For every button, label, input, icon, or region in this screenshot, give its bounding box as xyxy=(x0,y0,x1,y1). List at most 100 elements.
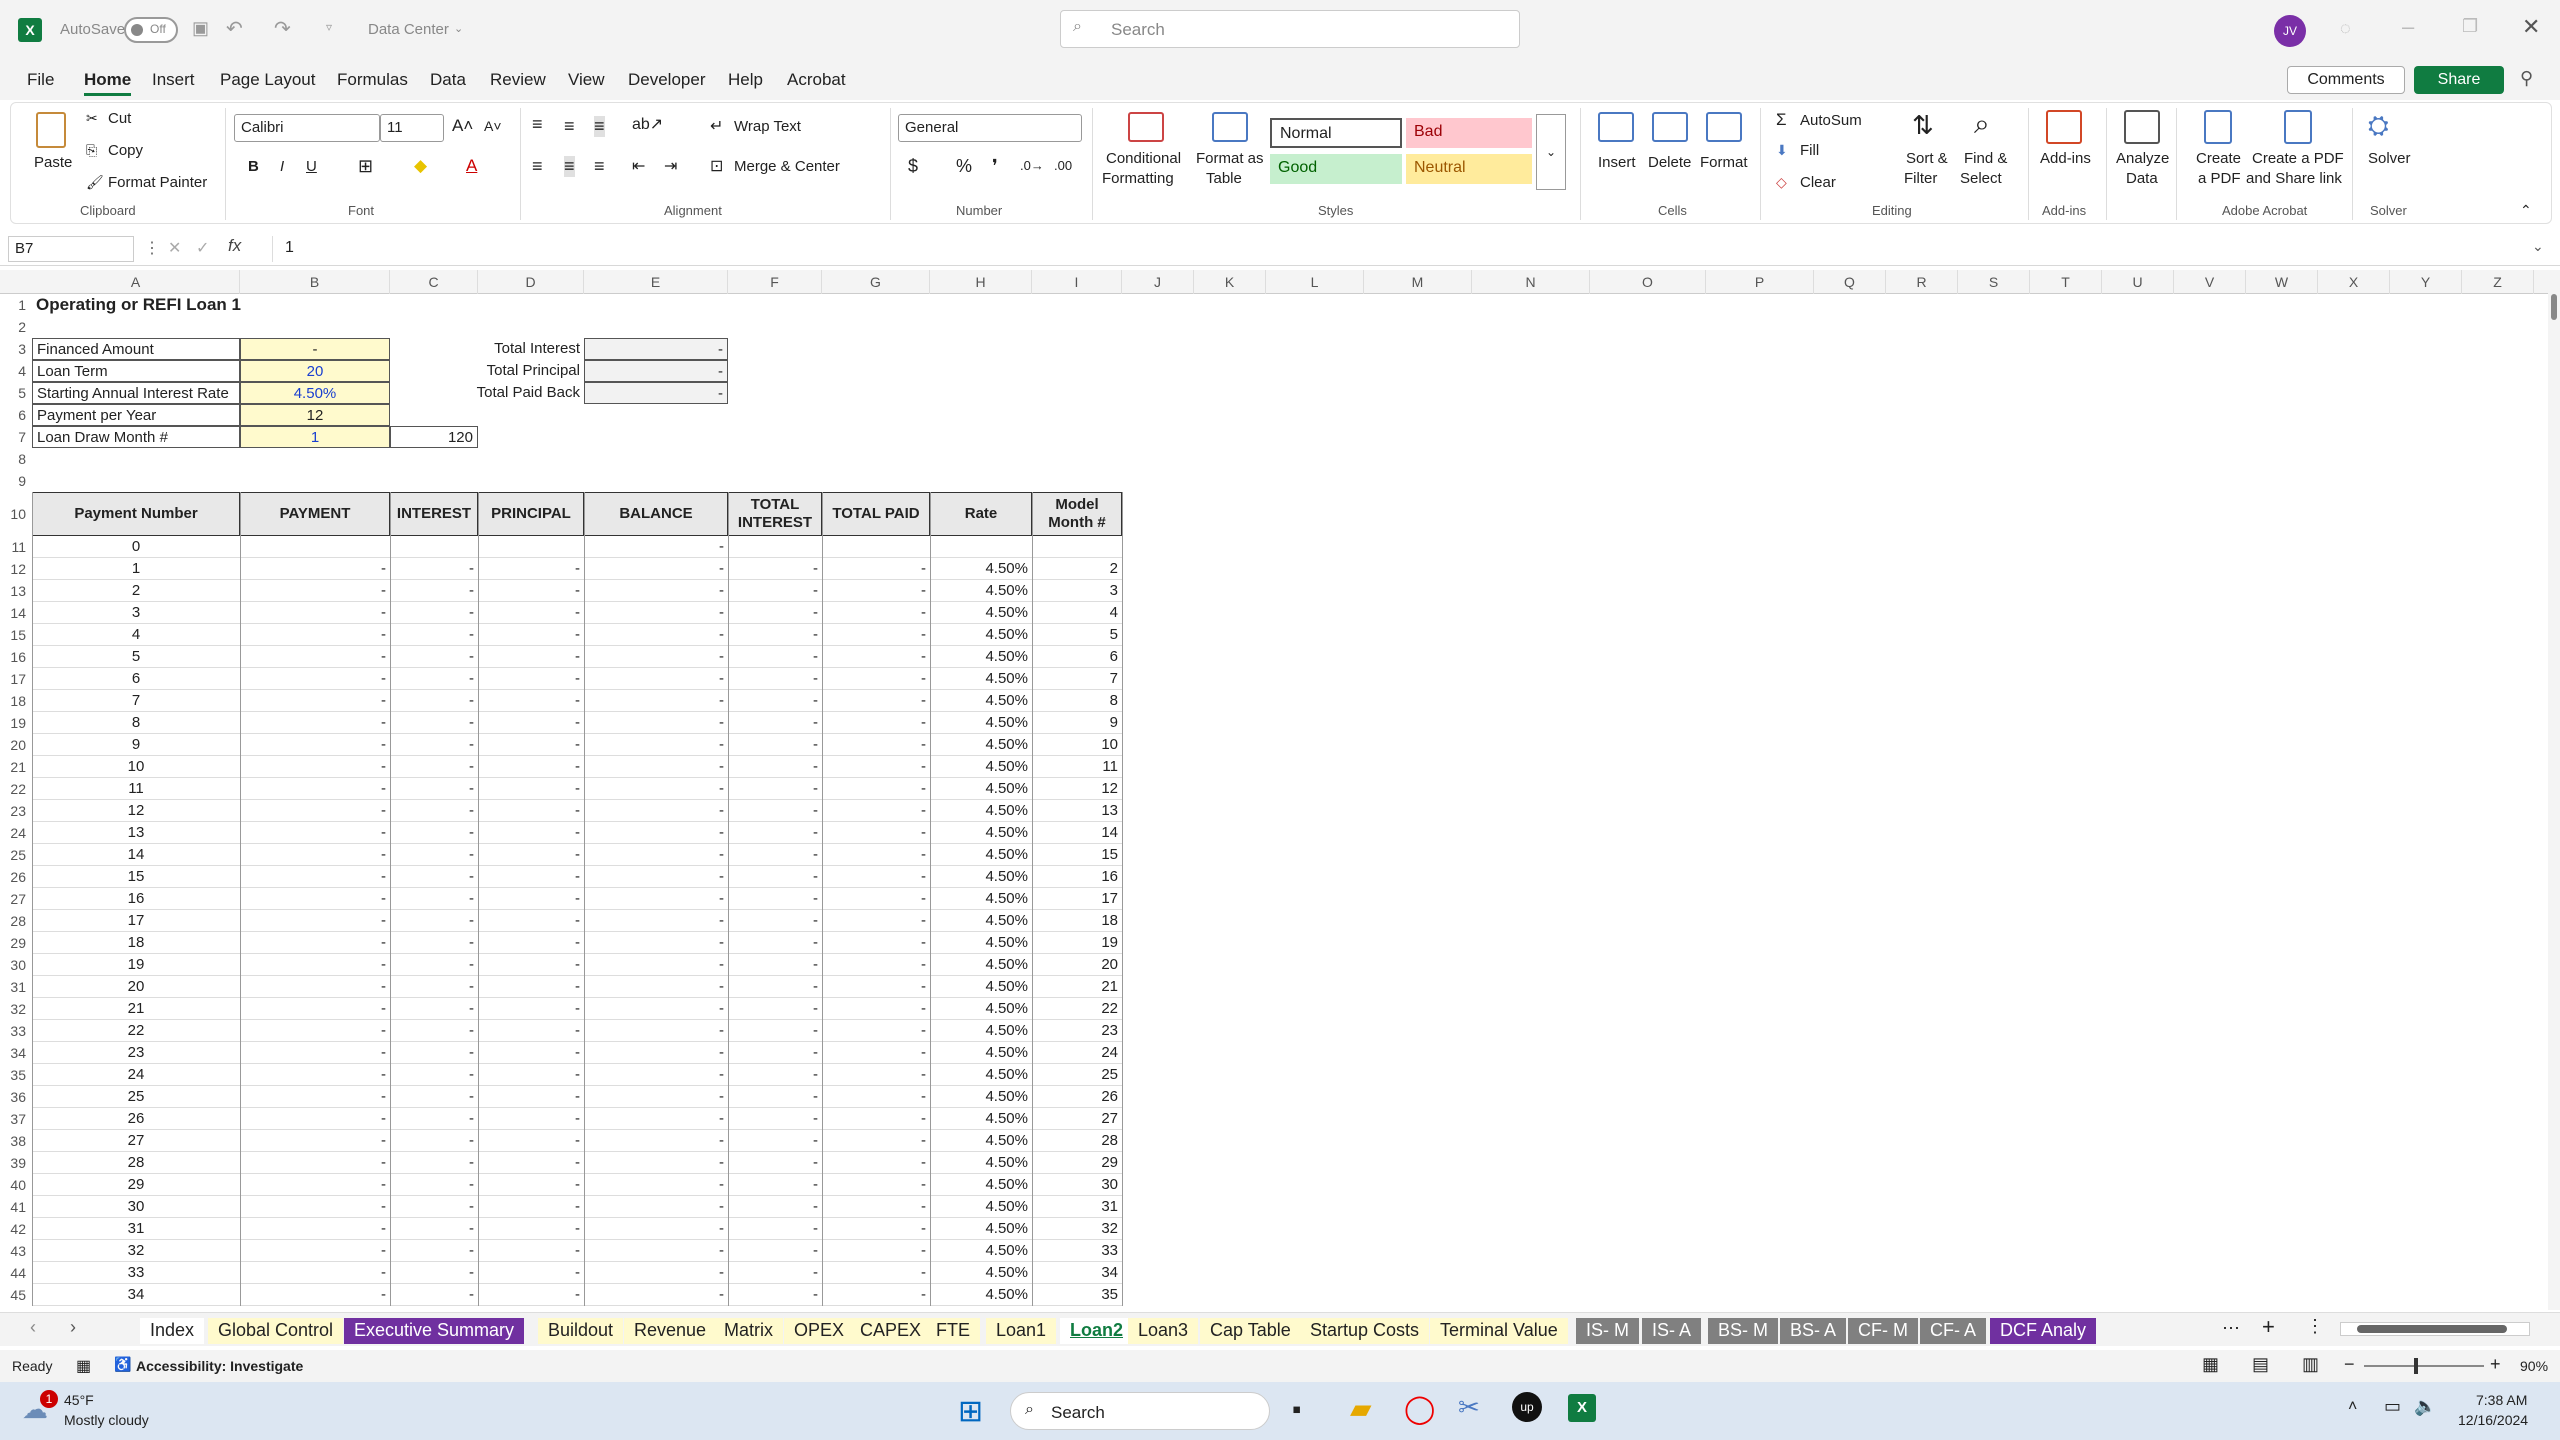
zoom-in-icon[interactable]: + xyxy=(2490,1354,2501,1375)
borders-icon[interactable]: ⊞ xyxy=(358,156,373,177)
sheet-tab[interactable]: IS- A xyxy=(1642,1318,1702,1344)
find-select-label2[interactable]: Select xyxy=(1960,170,2002,187)
fill-color-icon[interactable]: ◆ xyxy=(414,156,427,176)
hscroll-thumb[interactable] xyxy=(2357,1325,2507,1333)
column-header[interactable]: H xyxy=(930,270,1032,294)
scroll-thumb[interactable] xyxy=(2551,294,2557,320)
row-header[interactable]: 44 xyxy=(0,1262,32,1284)
analyze-data-label2[interactable]: Data xyxy=(2126,170,2158,187)
row-header[interactable]: 31 xyxy=(0,976,32,998)
spreadsheet-grid[interactable]: ABCDEFGHIJKLMNOPQRSTUVWXYZ 1 2 3 4 5 6 7 8 9 10 11… xyxy=(0,270,2548,1310)
row-header[interactable]: 5 xyxy=(0,382,32,404)
column-header[interactable]: D xyxy=(478,270,584,294)
expand-formula-icon[interactable]: ⌄ xyxy=(2532,238,2544,255)
sheet-tab[interactable]: Matrix xyxy=(714,1318,783,1344)
opera-icon[interactable]: ◯ xyxy=(1404,1392,1435,1425)
row-header[interactable]: 4 xyxy=(0,360,32,382)
more-sheets-icon[interactable]: ⋯ xyxy=(2222,1318,2240,1339)
sheet-tab[interactable]: Index xyxy=(140,1318,205,1344)
style-normal[interactable]: Normal xyxy=(1270,118,1402,148)
row-header[interactable]: 3 xyxy=(0,338,32,360)
row-header[interactable]: 10 xyxy=(0,492,32,536)
sheet-tab[interactable]: DCF Analy xyxy=(1990,1318,2097,1344)
percent-icon[interactable]: % xyxy=(956,156,972,177)
normal-view-icon[interactable]: ▦ xyxy=(2202,1354,2219,1375)
font-name-select[interactable]: Calibri xyxy=(234,114,380,142)
prev-sheet-icon[interactable]: ‹ xyxy=(30,1317,36,1338)
align-bottom-icon[interactable]: ≡ xyxy=(594,116,605,137)
column-header[interactable]: U xyxy=(2102,270,2174,294)
task-view-icon[interactable]: ▪ xyxy=(1292,1394,1301,1425)
sheet-tab[interactable]: Startup Costs xyxy=(1300,1318,1430,1344)
row-header[interactable]: 41 xyxy=(0,1196,32,1218)
more-icon[interactable]: ⋮ xyxy=(144,238,160,258)
comments-button[interactable]: Comments xyxy=(2287,66,2405,94)
column-header[interactable]: C xyxy=(390,270,478,294)
name-box[interactable]: B7 xyxy=(8,236,134,262)
tray-chevron-icon[interactable]: ˄ xyxy=(2348,1398,2357,1416)
row-header[interactable]: 30 xyxy=(0,954,32,976)
document-name[interactable]: Data Center xyxy=(368,21,449,38)
row-header[interactable]: 14 xyxy=(0,602,32,624)
sheet-tab[interactable]: Cap Table xyxy=(1200,1318,1301,1344)
tab-help[interactable]: Help xyxy=(728,70,763,90)
avatar[interactable]: JV xyxy=(2274,15,2306,47)
sheet-tab[interactable]: Executive Summary xyxy=(344,1318,525,1344)
macro-record-icon[interactable]: ▦ xyxy=(76,1356,91,1376)
row-header[interactable]: 27 xyxy=(0,888,32,910)
row-header[interactable]: 26 xyxy=(0,866,32,888)
snipping-tool-icon[interactable]: ✂ xyxy=(1458,1392,1480,1423)
row-header[interactable]: 20 xyxy=(0,734,32,756)
next-sheet-icon[interactable]: › xyxy=(70,1317,76,1338)
row-header[interactable]: 28 xyxy=(0,910,32,932)
column-header[interactable]: W xyxy=(2246,270,2318,294)
row-header[interactable]: 33 xyxy=(0,1020,32,1042)
tab-formulas[interactable]: Formulas xyxy=(337,70,408,90)
row-header[interactable]: 36 xyxy=(0,1086,32,1108)
row-header[interactable]: 2 xyxy=(0,316,32,338)
taskbar-search[interactable]: ⌕ Search xyxy=(1010,1392,1270,1430)
cut-button[interactable]: Cut xyxy=(108,110,131,127)
row-header[interactable]: 45 xyxy=(0,1284,32,1306)
fill-button[interactable]: Fill xyxy=(1800,142,1819,159)
column-header[interactable]: R xyxy=(1886,270,1958,294)
sheet-tab[interactable]: OPEX xyxy=(784,1318,855,1344)
column-header[interactable]: N xyxy=(1472,270,1590,294)
copy-button[interactable]: Copy xyxy=(108,142,143,159)
column-header[interactable]: P xyxy=(1706,270,1814,294)
column-header[interactable]: V xyxy=(2174,270,2246,294)
row-header[interactable]: 29 xyxy=(0,932,32,954)
row-header[interactable]: 23 xyxy=(0,800,32,822)
row-header[interactable]: 25 xyxy=(0,844,32,866)
sheet-tab[interactable]: Buildout xyxy=(538,1318,624,1344)
row-header[interactable]: 42 xyxy=(0,1218,32,1240)
clear-button[interactable]: Clear xyxy=(1800,174,1836,191)
tab-review[interactable]: Review xyxy=(490,70,546,90)
row-header[interactable]: 17 xyxy=(0,668,32,690)
cancel-icon[interactable]: ✕ xyxy=(168,238,181,258)
decrease-indent-icon[interactable]: ⇤ xyxy=(632,156,645,176)
coauth-icon[interactable]: ⚲ xyxy=(2520,68,2533,89)
column-header[interactable]: E xyxy=(584,270,728,294)
collapse-ribbon-icon[interactable]: ⌃ xyxy=(2520,202,2532,219)
upwork-icon[interactable]: up xyxy=(1512,1392,1542,1422)
add-sheet-icon[interactable]: + xyxy=(2262,1314,2275,1340)
sheet-tab[interactable]: Terminal Value xyxy=(1430,1318,1568,1344)
volume-icon[interactable]: 🔈 xyxy=(2414,1396,2436,1417)
column-header[interactable]: B xyxy=(240,270,390,294)
style-neutral[interactable]: Neutral xyxy=(1406,154,1532,184)
tab-file[interactable]: File xyxy=(27,70,54,90)
align-right-icon[interactable]: ≡ xyxy=(594,156,605,177)
conditional-formatting-label2[interactable]: Formatting xyxy=(1102,170,1174,187)
align-center-icon[interactable]: ≡ xyxy=(564,156,575,177)
align-middle-icon[interactable]: ≡ xyxy=(564,116,575,137)
insert-function-icon[interactable]: fx xyxy=(228,236,241,256)
row-header[interactable]: 32 xyxy=(0,998,32,1020)
italic-icon[interactable]: I xyxy=(280,158,284,175)
comma-icon[interactable]: ❜ xyxy=(992,156,998,177)
row-header[interactable]: 39 xyxy=(0,1152,32,1174)
paste-button[interactable]: Paste xyxy=(34,154,72,171)
create-share-label[interactable]: Create a PDF xyxy=(2252,150,2344,167)
row-header[interactable]: 8 xyxy=(0,448,32,470)
row-header[interactable]: 22 xyxy=(0,778,32,800)
